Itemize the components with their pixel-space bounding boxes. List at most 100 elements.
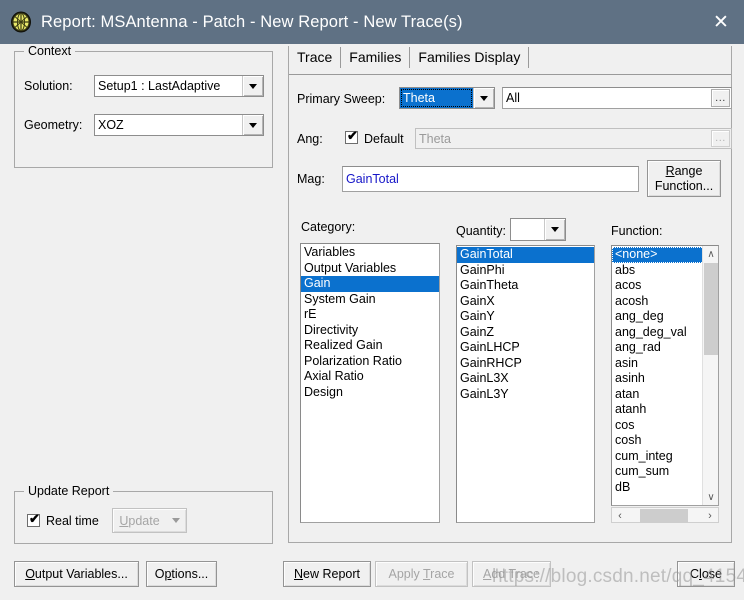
list-item[interactable]: GainY: [457, 309, 594, 325]
list-item[interactable]: acos: [612, 278, 704, 294]
primary-sweep-combo[interactable]: Theta: [399, 87, 495, 109]
ang-browse-button[interactable]: ...: [711, 130, 730, 147]
list-item[interactable]: GainL3X: [457, 371, 594, 387]
list-item[interactable]: GainZ: [457, 325, 594, 341]
context-legend: Context: [24, 44, 76, 58]
quantity-combo-value: [511, 219, 544, 240]
list-item[interactable]: asinh: [612, 371, 704, 387]
quantity-combo-arrow[interactable]: [544, 219, 565, 240]
list-item[interactable]: Directivity: [301, 323, 439, 339]
solution-combo-value: Setup1 : LastAdaptive: [98, 79, 221, 93]
geometry-combo[interactable]: XOZ: [94, 114, 264, 136]
scroll-thumb[interactable]: [640, 509, 688, 523]
list-item[interactable]: Variables: [301, 245, 439, 261]
scroll-up-icon[interactable]: ∧: [703, 246, 718, 262]
quantity-combo[interactable]: [510, 218, 566, 241]
realtime-label: Real time: [46, 514, 99, 528]
output-variables-button-label: Output Variables...: [25, 567, 128, 581]
apply-trace-button[interactable]: Apply Trace: [375, 561, 468, 587]
function-list-items: <none> abs acos acosh ang_deg ang_deg_va…: [612, 246, 704, 495]
report-dialog: Report: MSAntenna - Patch - New Report -…: [0, 0, 744, 600]
range-function-line2: Function...: [654, 178, 714, 193]
list-item[interactable]: cum_sum: [612, 464, 704, 480]
ang-value: Theta: [419, 131, 451, 146]
list-item[interactable]: GainX: [457, 294, 594, 310]
chevron-down-icon: [249, 83, 257, 89]
function-horizontal-scrollbar[interactable]: ‹ ›: [611, 507, 719, 523]
list-item[interactable]: asin: [612, 356, 704, 372]
realtime-checkbox[interactable]: ✔: [27, 512, 40, 527]
close-button[interactable]: Close: [677, 561, 735, 587]
primary-sweep-browse-button[interactable]: ...: [711, 89, 730, 107]
list-item[interactable]: Design: [301, 385, 439, 401]
function-listbox[interactable]: <none> abs acos acosh ang_deg ang_deg_va…: [611, 245, 719, 506]
function-vertical-scrollbar[interactable]: ∧ ∨: [702, 246, 718, 505]
list-item[interactable]: cosh: [612, 433, 704, 449]
primary-sweep-range-field[interactable]: All: [502, 87, 732, 109]
list-item[interactable]: GainPhi: [457, 263, 594, 279]
list-item[interactable]: Axial Ratio: [301, 369, 439, 385]
list-item[interactable]: <none>: [612, 247, 704, 263]
list-item[interactable]: System Gain: [301, 292, 439, 308]
list-item[interactable]: Gain: [301, 276, 439, 292]
trace-tabstrip: Trace Families Families Display: [289, 47, 530, 68]
category-listbox[interactable]: Variables Output Variables Gain System G…: [300, 243, 440, 523]
list-item[interactable]: atanh: [612, 402, 704, 418]
ang-default-checkbox[interactable]: ✔: [345, 128, 358, 144]
list-item[interactable]: GainRHCP: [457, 356, 594, 372]
close-window-button[interactable]: ✕: [698, 0, 744, 44]
list-item[interactable]: cum_integ: [612, 449, 704, 465]
quantity-listbox[interactable]: GainTotal GainPhi GainTheta GainX GainY …: [456, 245, 595, 523]
chevron-down-icon: [480, 95, 488, 101]
list-item[interactable]: GainTheta: [457, 278, 594, 294]
list-item[interactable]: ang_deg_val: [612, 325, 704, 341]
options-button[interactable]: Options...: [146, 561, 217, 587]
list-item[interactable]: dB: [612, 480, 704, 496]
new-report-button[interactable]: New Report: [283, 561, 371, 587]
tab-trace[interactable]: Trace: [289, 47, 342, 68]
update-report-legend: Update Report: [24, 484, 114, 498]
list-item[interactable]: ang_deg: [612, 309, 704, 325]
tab-families[interactable]: Families: [341, 47, 411, 68]
list-item[interactable]: Realized Gain: [301, 338, 439, 354]
list-item[interactable]: ang_rad: [612, 340, 704, 356]
list-item[interactable]: GainTotal: [457, 247, 594, 263]
tab-families-display[interactable]: Families Display: [410, 47, 530, 68]
range-function-button[interactable]: Range Function...: [647, 160, 721, 197]
title-bar: Report: MSAntenna - Patch - New Report -…: [0, 0, 744, 44]
chevron-down-icon: [171, 518, 180, 523]
list-item[interactable]: Polarization Ratio: [301, 354, 439, 370]
list-item[interactable]: atan: [612, 387, 704, 403]
list-item[interactable]: Output Variables: [301, 261, 439, 277]
options-button-label: Options...: [154, 567, 209, 581]
solution-combo[interactable]: Setup1 : LastAdaptive: [94, 75, 264, 97]
scroll-right-icon[interactable]: ›: [702, 508, 718, 524]
apply-trace-button-label: Apply Trace: [388, 567, 455, 581]
list-item[interactable]: GainL3Y: [457, 387, 594, 403]
scroll-thumb[interactable]: [704, 263, 718, 355]
geometry-label: Geometry:: [24, 118, 83, 132]
scroll-down-icon[interactable]: ∨: [703, 489, 718, 505]
primary-sweep-combo-value: Theta: [400, 88, 473, 108]
scroll-left-icon[interactable]: ‹: [612, 508, 628, 524]
list-item[interactable]: GainLHCP: [457, 340, 594, 356]
update-report-button[interactable]: Update: [112, 508, 187, 533]
add-trace-button[interactable]: Add Trace: [472, 561, 551, 587]
solution-label: Solution:: [24, 79, 73, 93]
primary-sweep-combo-arrow[interactable]: [473, 88, 494, 108]
ang-value-field[interactable]: Theta: [415, 128, 732, 149]
output-variables-button[interactable]: Output Variables...: [14, 561, 139, 587]
ang-default-label: Default: [364, 132, 404, 146]
function-label: Function:: [611, 224, 663, 238]
mag-expression-value: GainTotal: [346, 172, 399, 186]
list-item[interactable]: cos: [612, 418, 704, 434]
mag-label: Mag:: [297, 172, 325, 186]
geometry-combo-arrow[interactable]: [242, 115, 263, 135]
solution-combo-arrow[interactable]: [242, 76, 263, 96]
check-icon: ✔: [347, 128, 358, 143]
list-item[interactable]: acosh: [612, 294, 704, 310]
mag-expression-field[interactable]: GainTotal: [342, 166, 639, 192]
list-item[interactable]: abs: [612, 263, 704, 279]
primary-sweep-range-value: All: [506, 91, 520, 105]
list-item[interactable]: rE: [301, 307, 439, 323]
